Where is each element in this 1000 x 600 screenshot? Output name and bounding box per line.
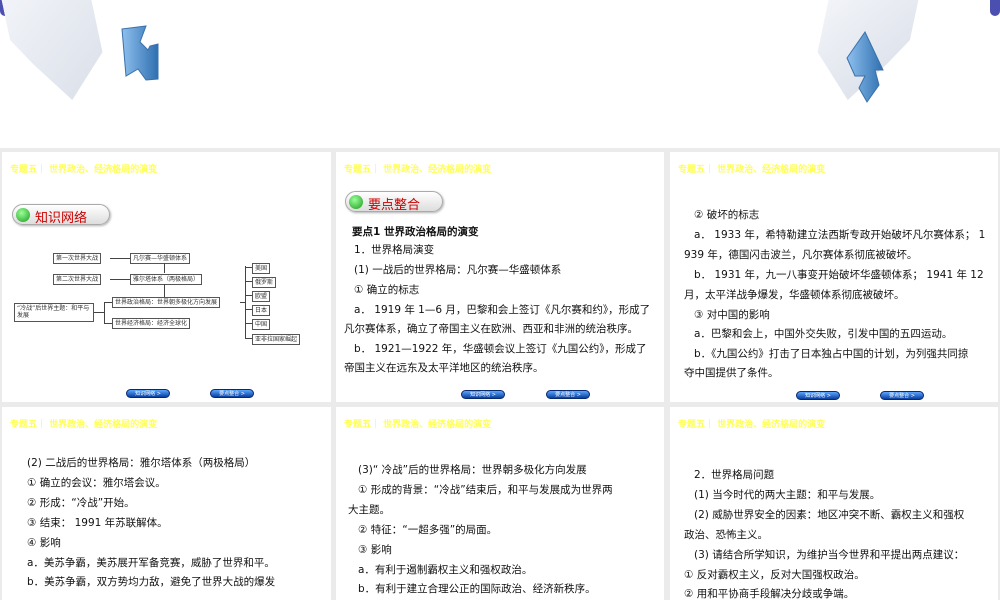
nav-knowledge-button[interactable]: 知识网络 > xyxy=(461,390,505,399)
node-ww1: 第一次世界大战 xyxy=(53,253,102,264)
text-line: 政治、恐怖主义。 xyxy=(684,529,768,541)
node-yalta: 雅尔塔体系（两极格局） xyxy=(130,274,203,285)
text-line: 大主题。 xyxy=(348,504,390,516)
text-line: a． 1933 年，希特勒建立法西斯专政开始破坏凡尔赛体系； 1 xyxy=(694,229,986,241)
text-line: ① 确立的标志 xyxy=(354,284,420,296)
pill-label: 要点整合 xyxy=(368,198,421,213)
green-dot-icon xyxy=(16,208,30,222)
node-economy: 世界经济格局：经济全球化 xyxy=(112,318,191,329)
node-ww2: 第二次世界大战 xyxy=(53,274,102,285)
section-pill: 知识网络 xyxy=(12,204,110,226)
text-line: b． 1931 年，九一八事变开始破坏华盛顿体系； 1941 年 12 xyxy=(694,269,984,281)
node-politics: 世界政治格局：世界朝多极化方向发展 xyxy=(112,297,221,308)
text-line: 夺中国提供了条件。 xyxy=(684,367,779,379)
text-line: (1) 一战后的世界格局：凡尔赛—华盛顿体系 xyxy=(354,264,562,276)
text-line: (2) 威胁世界安全的因素：地区冲突不断、霸权主义和强权 xyxy=(694,509,965,521)
text-line: ① 反对霸权主义，反对大国强权政治。 xyxy=(684,569,865,581)
node-pole: 日本 xyxy=(252,305,271,316)
decor-tab xyxy=(990,0,1000,16)
text-line: ③ 结束： 1991 年苏联解体。 xyxy=(27,517,168,529)
nav-knowledge-button[interactable]: 知识网络 > xyxy=(126,389,170,398)
nav-keypoints-button[interactable]: 要点整合 > xyxy=(210,389,254,398)
slide-thumbnail-2[interactable]: 专题五｜ 世界政治、经济格局的演变 要点整合 要点1 世界政治格局的演变 1．世… xyxy=(336,152,664,402)
title-banner xyxy=(0,0,1000,148)
text-line: 月，太平洋战争爆发，华盛顿体系彻底被破坏。 xyxy=(684,289,905,301)
decor-panel-left xyxy=(0,0,113,100)
text-line: b．美苏争霸，双方势均力敌，避免了世界大战的爆发 xyxy=(27,576,276,588)
nav-keypoints-button[interactable]: 要点整合 > xyxy=(880,391,924,400)
text-line: 1．世界格局演变 xyxy=(354,244,435,256)
text-line: (3) 请结合所学知识，为维护当今世界和平提出两点建议： xyxy=(694,549,965,561)
text-line: ① 形成的背景：“冷战”结束后，和平与发展成为世界两 xyxy=(358,484,613,496)
text-line: ② 用和平协商手段解决分歧或争端。 xyxy=(684,588,855,600)
node-pole: 俄罗斯 xyxy=(252,277,277,288)
text-line: ② 特征：“一超多强”的局面。 xyxy=(358,524,498,536)
section-pill: 要点整合 xyxy=(345,191,443,213)
text-line: b．《九国公约》打击了日本独占中国的计划，为列强共同掠 xyxy=(694,348,969,360)
pill-label: 知识网络 xyxy=(35,211,88,226)
slide-header: 专题五｜ 世界政治、经济格局的演变 xyxy=(344,165,492,175)
text-line: 2．世界格局问题 xyxy=(694,469,775,481)
text-line: 要点1 世界政治格局的演变 xyxy=(352,226,479,238)
text-line: b．有利于建立合理公正的国际政治、经济新秩序。 xyxy=(358,583,596,595)
node-pole: 中国 xyxy=(252,319,271,330)
nav-keypoints-button[interactable]: 要点整合 > xyxy=(546,390,590,399)
slide-thumbnail-6[interactable]: 专题五｜ 世界政治、经济格局的演变 2．世界格局问题 (1) 当今时代的两大主题… xyxy=(670,407,998,600)
text-line: ① 确立的会议：雅尔塔会议。 xyxy=(27,477,166,489)
slide-thumbnail-5[interactable]: 专题五｜ 世界政治、经济格局的演变 (3)“ 冷战”后的世界格局：世界朝多极化方… xyxy=(336,407,664,600)
slide-header: 专题五｜ 世界政治、经济格局的演变 xyxy=(678,165,826,175)
text-line: ③ 对中国的影响 xyxy=(694,309,770,321)
text-line: (2) 二战后的世界格局：雅尔塔体系（两极格局） xyxy=(27,457,256,469)
node-postcold: “冷战”后世界主题：和平与发展 xyxy=(14,303,94,322)
text-line: (3)“ 冷战”后的世界格局：世界朝多极化方向发展 xyxy=(358,464,587,476)
slide-header: 专题五｜ 世界政治、经济格局的演变 xyxy=(10,165,158,175)
node-pole: 亚非拉国家崛起 xyxy=(252,334,301,345)
text-line: a． 1919 年 1—6 月，巴黎和会上签订《凡尔赛和约》，形成了 xyxy=(354,304,651,316)
slide-header: 专题五｜ 世界政治、经济格局的演变 xyxy=(678,420,826,430)
slide-thumbnail-1[interactable]: 专题五｜ 世界政治、经济格局的演变 知识网络 第一次世界大战 凡尔赛—华盛顿体系… xyxy=(2,152,331,402)
text-line: a．巴黎和会上，中国外交失败，引发中国的五四运动。 xyxy=(694,328,953,340)
nav-knowledge-button[interactable]: 知识网络 > xyxy=(796,391,840,400)
node-versailles: 凡尔赛—华盛顿体系 xyxy=(130,253,191,264)
curved-arrow-icon xyxy=(121,25,159,81)
text-line: 帝国主义在远东及太平洋地区的统治秩序。 xyxy=(344,362,544,374)
text-line: ② 破坏的标志 xyxy=(694,209,760,221)
node-pole: 美国 xyxy=(252,263,271,274)
slide-header: 专题五｜ 世界政治、经济格局的演变 xyxy=(10,420,158,430)
text-line: ③ 影响 xyxy=(358,544,392,556)
text-line: 凡尔赛体系，确立了帝国主义在欧洲、西亚和非洲的统治秩序。 xyxy=(344,323,638,335)
text-line: a．美苏争霸，美苏展开军备竞赛，威胁了世界和平。 xyxy=(27,557,275,569)
text-line: b． 1921—1922 年，华盛顿会议上签订《九国公约》，形成了 xyxy=(354,343,647,355)
text-line: (1) 当今时代的两大主题：和平与发展。 xyxy=(694,489,881,501)
slide-thumbnail-3[interactable]: 专题五｜ 世界政治、经济格局的演变 ② 破坏的标志 a． 1933 年，希特勒建… xyxy=(670,152,998,402)
text-line: ④ 影响 xyxy=(27,537,61,549)
text-line: ② 形成：“冷战”开始。 xyxy=(27,497,135,509)
node-pole: 欧盟 xyxy=(252,291,271,302)
curved-arrow-icon xyxy=(846,31,884,103)
text-line: a．有利于遏制霸权主义和强权政治。 xyxy=(358,564,533,576)
text-line: 939 年，德国闪击波兰，凡尔赛体系彻底被破坏。 xyxy=(684,249,918,261)
slide-header: 专题五｜ 世界政治、经济格局的演变 xyxy=(344,420,492,430)
green-dot-icon xyxy=(349,195,363,209)
slide-thumbnail-4[interactable]: 专题五｜ 世界政治、经济格局的演变 (2) 二战后的世界格局：雅尔塔体系（两极格… xyxy=(2,407,331,600)
